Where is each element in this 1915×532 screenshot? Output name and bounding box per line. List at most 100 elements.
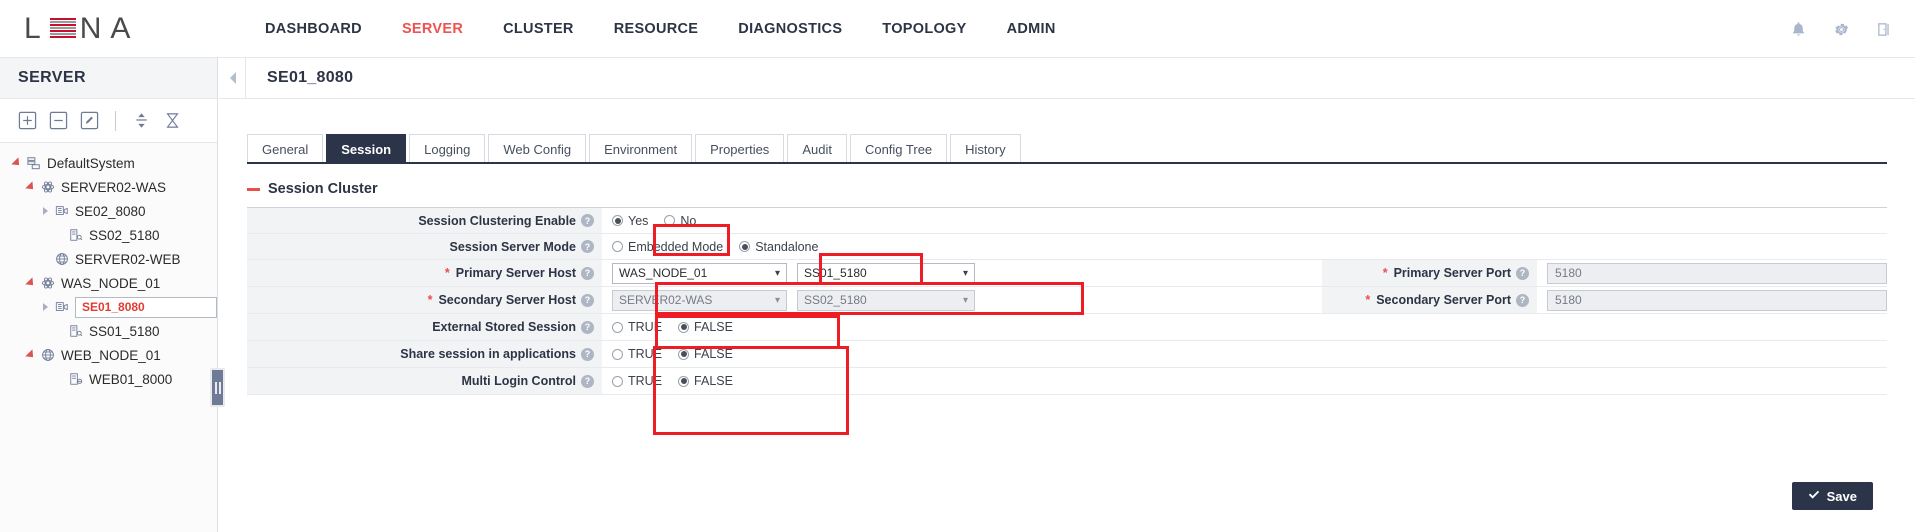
label-secondary-server-host: * Secondary Server Host ? (247, 287, 602, 313)
help-icon[interactable]: ? (1516, 294, 1529, 307)
sidebar-title: SERVER (0, 58, 217, 99)
radio-dot-icon[interactable] (612, 376, 623, 387)
chevron-down-icon[interactable] (24, 184, 38, 190)
radio-share-session-true[interactable]: TRUE (612, 347, 662, 361)
input-secondary-server-port[interactable]: 5180 (1547, 290, 1887, 311)
tab-config-tree[interactable]: Config Tree (850, 134, 947, 164)
help-icon[interactable]: ? (581, 267, 594, 280)
radio-standalone[interactable]: Standalone (739, 240, 818, 254)
row-session-clustering-enable: Session Clustering Enable ? Yes No (247, 208, 1887, 234)
select-secondary-host[interactable]: SERVER02-WAS ▾ (612, 290, 787, 311)
header-divider (245, 58, 246, 99)
save-button[interactable]: Save (1792, 482, 1873, 510)
tab-logging[interactable]: Logging (409, 134, 485, 164)
chevron-down-icon[interactable] (10, 160, 24, 166)
chevron-down-icon[interactable] (24, 280, 38, 286)
tab-audit[interactable]: Audit (787, 134, 847, 164)
tree-node-was-node-01[interactable]: WAS_NODE_01 (0, 271, 217, 295)
remove-icon[interactable] (49, 111, 68, 130)
tab-web-config[interactable]: Web Config (488, 134, 586, 164)
label-multi-login-control: Multi Login Control ? (247, 368, 602, 394)
radio-share-session-false[interactable]: FALSE (678, 347, 733, 361)
logo-letter-a: A (110, 12, 135, 46)
nav-item-diagnostics[interactable]: DIAGNOSTICS (718, 21, 862, 37)
radio-label: FALSE (694, 374, 733, 388)
tab-session[interactable]: Session (326, 134, 406, 164)
tab-general[interactable]: General (247, 134, 323, 164)
web-icon (52, 252, 72, 266)
radio-dot-icon[interactable] (612, 215, 623, 226)
select-value: SERVER02-WAS (619, 293, 712, 307)
tab-history[interactable]: History (950, 134, 1020, 164)
radio-external-stored-false[interactable]: FALSE (678, 320, 733, 334)
radio-dot-icon[interactable] (612, 349, 623, 360)
app-logo[interactable]: L N A (0, 12, 218, 46)
radio-dot-icon[interactable] (678, 349, 689, 360)
was-icon (38, 276, 58, 290)
help-icon[interactable]: ? (581, 375, 594, 388)
tree-node-defaultsystem[interactable]: DefaultSystem (0, 151, 217, 175)
tree-node-server02-web[interactable]: SERVER02-WEB (0, 247, 217, 271)
field-secondary-server-host: SERVER02-WAS ▾ SS02_5180 ▾ (602, 287, 975, 313)
tree-node-web-node-01[interactable]: WEB_NODE_01 (0, 343, 217, 367)
hourglass-icon[interactable] (163, 111, 182, 130)
tree-node-ss01-5180[interactable]: SS01_5180 (0, 319, 217, 343)
radio-label: Yes (628, 214, 648, 228)
sidebar-resize-handle[interactable] (210, 368, 225, 407)
tree-node-se02-8080[interactable]: SE02_8080 (0, 199, 217, 223)
help-icon[interactable]: ? (581, 214, 594, 227)
tab-environment[interactable]: Environment (589, 134, 692, 164)
nav-item-topology[interactable]: TOPOLOGY (862, 21, 986, 37)
collapse-section-icon[interactable] (247, 188, 260, 191)
radio-external-stored-true[interactable]: TRUE (612, 320, 662, 334)
help-icon[interactable]: ? (581, 321, 594, 334)
select-primary-host[interactable]: WAS_NODE_01 ▾ (612, 263, 787, 284)
radio-multi-login-true[interactable]: TRUE (612, 374, 662, 388)
tree-node-se01-8080[interactable]: SE01_8080 (0, 295, 217, 319)
chevron-right-icon[interactable] (38, 207, 52, 215)
input-primary-server-port[interactable]: 5180 (1547, 263, 1887, 284)
radio-dot-icon[interactable] (612, 241, 623, 252)
radio-embedded-mode[interactable]: Embedded Mode (612, 240, 723, 254)
radio-dot-icon[interactable] (678, 322, 689, 333)
tab-properties[interactable]: Properties (695, 134, 784, 164)
select-value: SS01_5180 (804, 266, 867, 280)
nav-item-resource[interactable]: RESOURCE (594, 21, 719, 37)
radio-dot-icon[interactable] (739, 241, 750, 252)
chevron-down-icon[interactable] (24, 352, 38, 358)
radio-dot-icon[interactable] (664, 215, 675, 226)
content-area: SE01_8080 General Session Logging Web Co… (219, 58, 1915, 532)
radio-dot-icon[interactable] (678, 376, 689, 387)
tree-node-ss02-5180[interactable]: SS02_5180 (0, 223, 217, 247)
chevron-right-icon[interactable] (38, 303, 52, 311)
bell-icon[interactable] (1790, 21, 1807, 38)
select-primary-session-server[interactable]: SS01_5180 ▾ (797, 263, 975, 284)
help-icon[interactable]: ? (581, 240, 594, 253)
radio-clustering-no[interactable]: No (664, 214, 696, 228)
help-icon[interactable]: ? (581, 294, 594, 307)
nav-item-server[interactable]: SERVER (382, 21, 483, 37)
nav-item-admin[interactable]: ADMIN (987, 21, 1076, 37)
help-icon[interactable]: ? (581, 348, 594, 361)
logo-letter-e-icon (50, 17, 76, 41)
edit-icon[interactable] (80, 111, 99, 130)
radio-multi-login-false[interactable]: FALSE (678, 374, 733, 388)
radio-clustering-yes[interactable]: Yes (612, 214, 648, 228)
required-marker: * (1365, 293, 1370, 307)
nav-item-cluster[interactable]: CLUSTER (483, 21, 594, 37)
add-icon[interactable] (18, 111, 37, 130)
field-primary-server-port: 5180 (1537, 260, 1887, 286)
radio-label: Standalone (755, 240, 818, 254)
radio-dot-icon[interactable] (612, 322, 623, 333)
help-icon[interactable]: ? (1516, 267, 1529, 280)
chevron-left-icon[interactable] (219, 72, 245, 84)
expand-collapse-icon[interactable] (132, 111, 151, 130)
select-secondary-session-server[interactable]: SS02_5180 ▾ (797, 290, 975, 311)
logout-icon[interactable] (1876, 21, 1893, 38)
tree-node-server02-was[interactable]: SERVER02-WAS (0, 175, 217, 199)
tab-underline (247, 162, 1887, 164)
row-secondary-server: * Secondary Server Host ? SERVER02-WAS ▾… (247, 287, 1887, 314)
tree-node-web01-8000[interactable]: WEB01_8000 (0, 367, 217, 391)
nav-item-dashboard[interactable]: DASHBOARD (245, 21, 382, 37)
gear-icon[interactable] (1833, 21, 1850, 38)
